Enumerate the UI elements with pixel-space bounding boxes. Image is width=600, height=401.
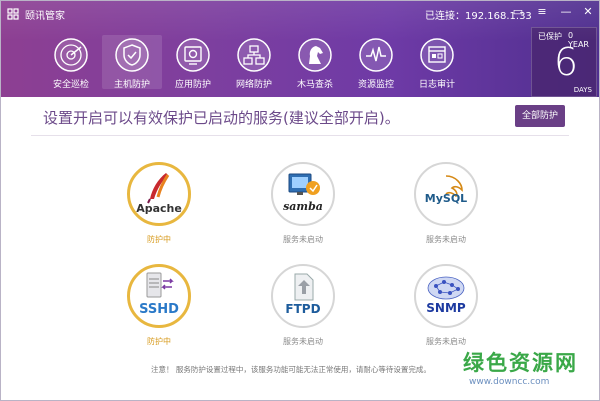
menu-icon[interactable]: ≡ [533, 4, 551, 20]
header-bar: 颐讯管家 已连接：192.168.1.33 ▭ ≡ — ✕ 安全巡检 主机防护 [1, 1, 599, 97]
service-status: 服务未启动 [426, 235, 466, 244]
apache-feather-icon: Apache [136, 173, 182, 215]
nav-label: 木马查杀 [296, 80, 333, 90]
log-icon [420, 38, 454, 72]
minimize-button[interactable]: — [557, 4, 575, 20]
protection-label: 已保护 [538, 32, 562, 41]
nav-item-resource-monitor[interactable]: 资源监控 [346, 35, 406, 90]
service-toggle-samba[interactable]: samba [271, 162, 335, 226]
nav-label: 主机防护 [113, 80, 150, 90]
shield-icon [115, 38, 149, 72]
service-toggle-apache[interactable]: Apache [127, 162, 191, 226]
protection-days-count: 6 [553, 40, 579, 84]
service-toggle-sshd[interactable]: SSHD [127, 264, 191, 328]
nav-item-security-check[interactable]: 安全巡检 [41, 35, 101, 90]
nav-label: 网络防护 [235, 80, 272, 90]
svg-text:Apache: Apache [136, 202, 182, 215]
nav-item-log-audit[interactable]: 日志审计 [407, 35, 467, 90]
svg-text:samba: samba [283, 200, 323, 213]
protection-days-panel: 已保护 0 YEAR 6 DAYS [531, 27, 597, 97]
close-button[interactable]: ✕ [579, 4, 597, 20]
footer-note: 注意！ 服务防护设置过程中，该服务功能可能无法正常使用，请耐心等待设置完成。 [151, 365, 431, 374]
protect-all-button[interactable]: 全部防护 [515, 105, 565, 127]
service-status: 服务未启动 [426, 337, 466, 346]
watermark-url: www.downcc.com [469, 377, 550, 387]
service-samba[interactable]: samba 服务未启动 [258, 162, 348, 262]
nav-label: 资源监控 [357, 80, 394, 90]
nav-item-trojan-scan[interactable]: 木马查杀 [285, 35, 345, 90]
svg-text:MySQL: MySQL [425, 192, 467, 205]
radar-icon [54, 38, 88, 72]
nav-label: 应用防护 [174, 80, 211, 90]
service-toggle-ftpd[interactable]: FTPD [271, 264, 335, 328]
protection-days-unit: DAYS [573, 86, 592, 94]
message-icon[interactable]: ▭ [509, 4, 527, 20]
nav-item-app-protection[interactable]: 应用防护 [163, 35, 223, 90]
trojan-horse-icon [298, 38, 332, 72]
service-ftpd[interactable]: FTPD 服务未启动 [258, 264, 348, 364]
network-icon [237, 38, 271, 72]
snmp-network-icon: SNMP [426, 276, 466, 315]
connection-status: 已连接：192.168.1.33 [425, 11, 532, 22]
service-toggle-mysql[interactable]: MySQL [414, 162, 478, 226]
service-status: 服务未启动 [283, 337, 323, 346]
service-status: 防护中 [147, 337, 171, 346]
svg-text:SNMP: SNMP [426, 301, 466, 315]
service-sshd[interactable]: SSHD 防护中 [114, 264, 204, 364]
app-title: 颐讯管家 [25, 11, 65, 22]
mysql-dolphin-icon: MySQL [425, 175, 467, 205]
nav-item-host-protection[interactable]: 主机防护 [102, 35, 162, 90]
nav-item-network-protection[interactable]: 网络防护 [224, 35, 284, 90]
service-status: 服务未启动 [283, 235, 323, 244]
watermark-text: 绿色资源网 [463, 351, 578, 375]
service-status: 防护中 [147, 235, 171, 244]
monitor-pulse-icon [359, 38, 393, 72]
service-toggle-snmp[interactable]: SNMP [414, 264, 478, 328]
nav-label: 日志审计 [418, 80, 455, 90]
app-gear-icon [176, 38, 210, 72]
svg-text:FTPD: FTPD [285, 302, 320, 316]
service-mysql[interactable]: MySQL 服务未启动 [401, 162, 491, 262]
samba-icon: samba [283, 173, 323, 213]
divider [31, 135, 569, 136]
app-window: 颐讯管家 已连接：192.168.1.33 ▭ ≡ — ✕ 安全巡检 主机防护 [0, 0, 600, 401]
hint-text: 设置开启可以有效保护已启动的服务(建议全部开启)。 [43, 109, 400, 127]
ftpd-icon: FTPD [285, 273, 321, 316]
sshd-server-icon: SSHD [139, 272, 179, 317]
app-logo-icon [7, 8, 19, 20]
svg-text:SSHD: SSHD [139, 302, 179, 317]
nav-label: 安全巡检 [52, 80, 89, 90]
service-apache[interactable]: Apache 防护中 [114, 162, 204, 262]
